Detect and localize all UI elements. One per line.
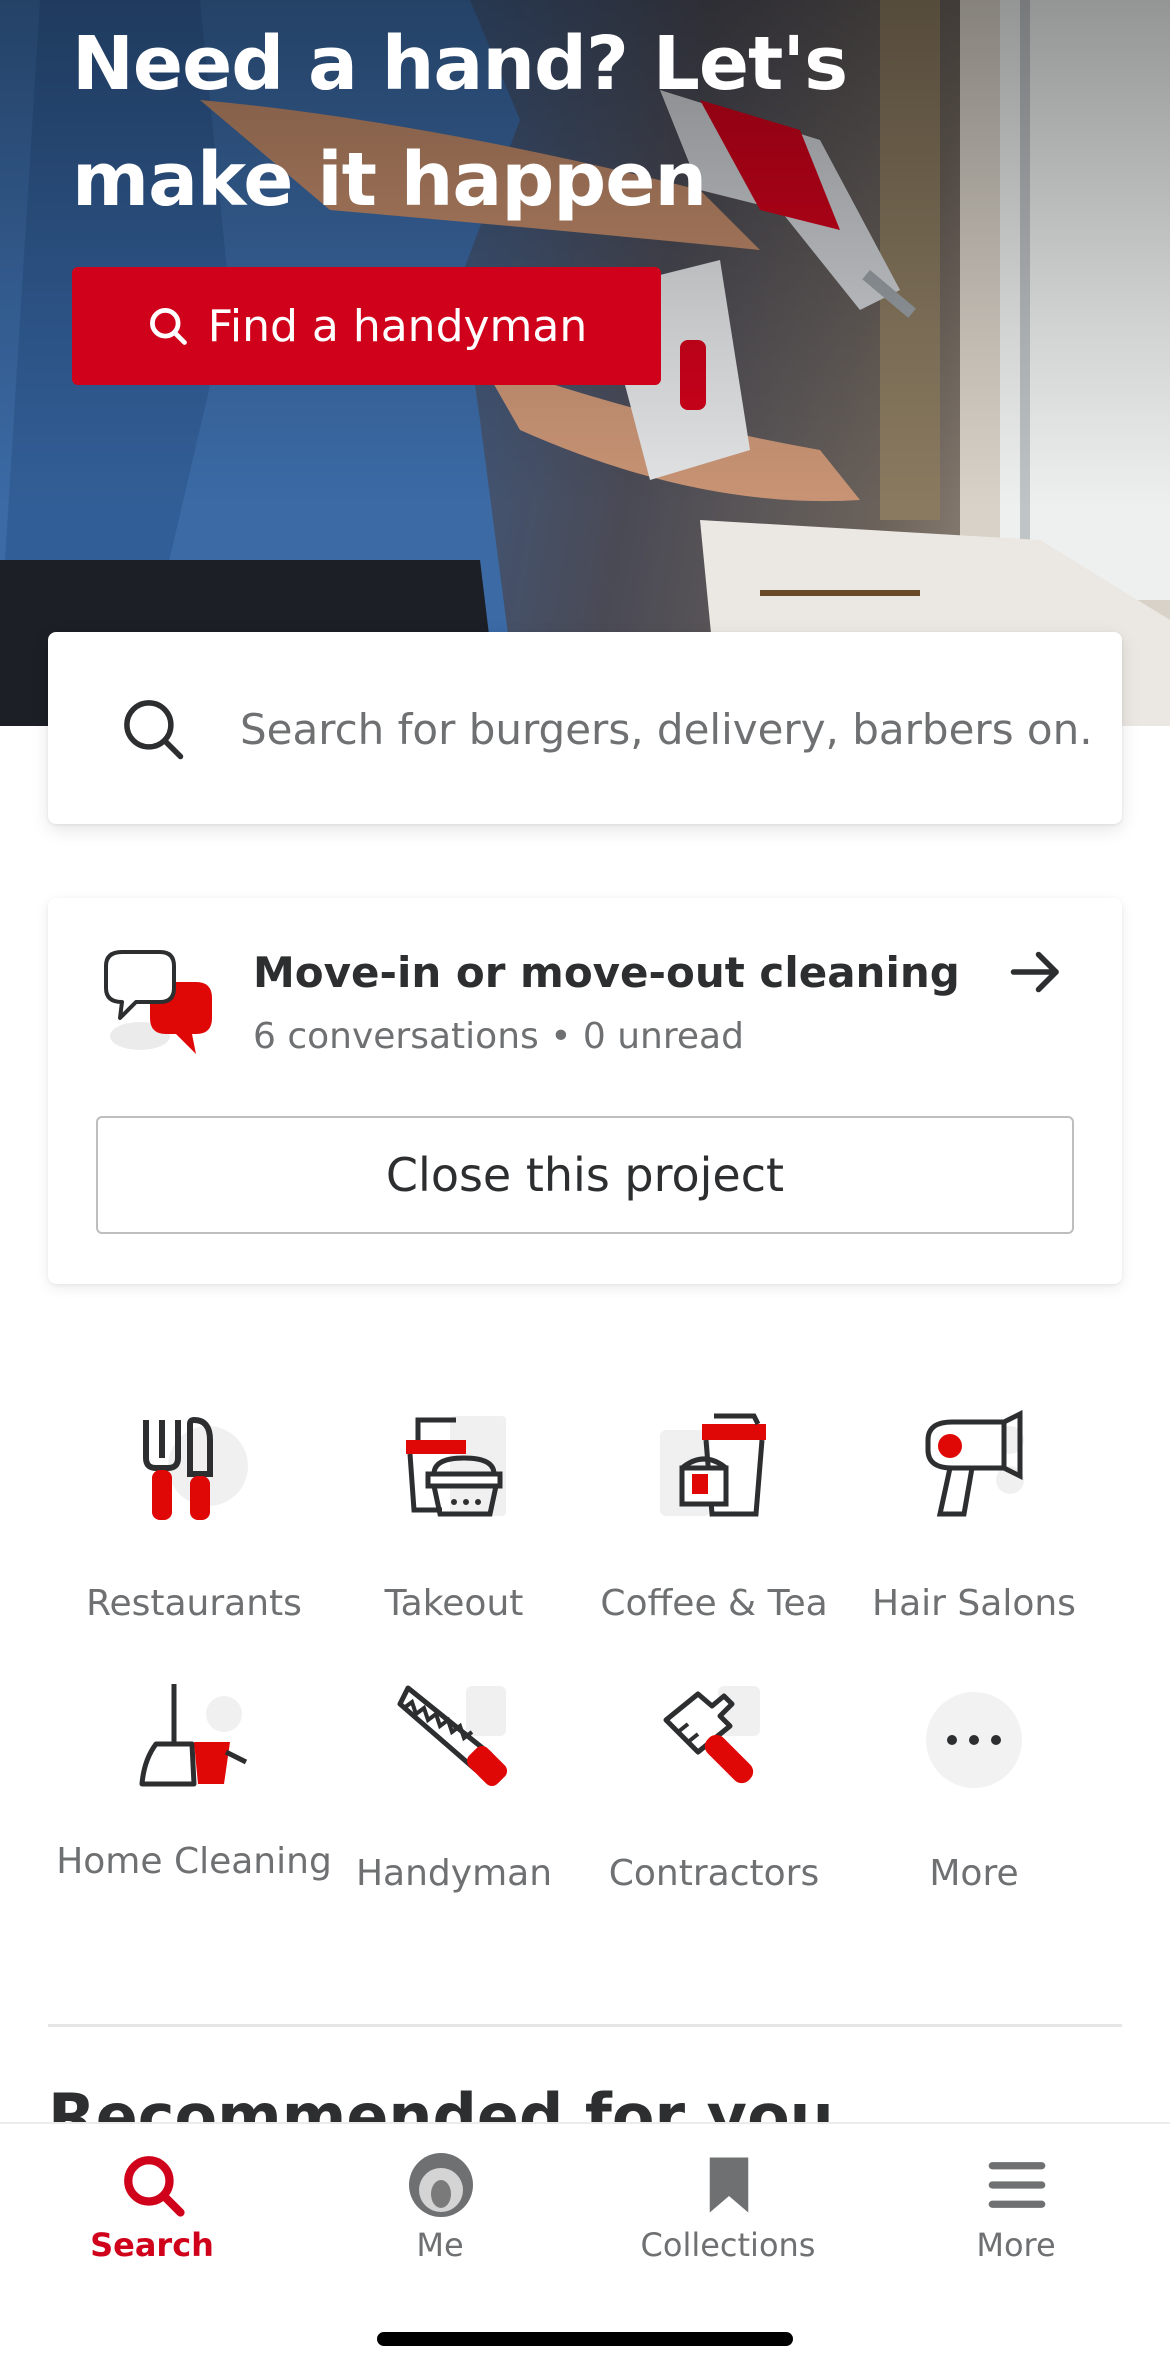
broom-bucket-icon xyxy=(139,1684,248,1787)
category-label: Coffee & Tea xyxy=(600,1583,828,1624)
category-grid: Restaurants Takeout Coffee & Tea Hair Sa… xyxy=(56,1410,1106,1950)
arrow-right-icon[interactable] xyxy=(1006,942,1066,1002)
search-input[interactable] xyxy=(238,692,1092,766)
search-icon xyxy=(124,700,184,760)
tab-label: More xyxy=(976,2226,1056,2264)
tab-collections[interactable]: Collections xyxy=(582,2144,874,2264)
category-contractors[interactable]: Contractors xyxy=(584,1680,844,1930)
project-subtitle: 6 conversations • 0 unread xyxy=(253,1016,744,1057)
hero-title: Need a hand? Let's make it happen xyxy=(72,21,848,223)
takeout-bag-icon xyxy=(406,1416,506,1517)
project-card[interactable]: Move-in or move-out cleaning 6 conversat… xyxy=(48,898,1122,1284)
tab-label: Me xyxy=(416,2226,464,2264)
find-handyman-label: Find a handyman xyxy=(207,300,588,352)
find-handyman-button[interactable]: Find a handyman xyxy=(72,267,661,385)
tab-search[interactable]: Search xyxy=(6,2144,298,2264)
fork-knife-icon xyxy=(143,1416,248,1520)
close-project-button[interactable]: Close this project xyxy=(96,1116,1074,1234)
hammer-icon xyxy=(663,1686,760,1784)
category-label: More xyxy=(929,1853,1019,1894)
search-icon xyxy=(124,2156,185,2217)
category-label: Home Cleaning xyxy=(56,1841,332,1882)
category-home-cleaning[interactable]: Home Cleaning xyxy=(56,1680,332,1930)
search-bar[interactable] xyxy=(48,632,1122,824)
tab-more[interactable]: More xyxy=(870,2144,1162,2264)
category-restaurants[interactable]: Restaurants xyxy=(64,1410,324,1660)
category-hair-salons[interactable]: Hair Salons xyxy=(844,1410,1104,1660)
category-coffee-tea[interactable]: Coffee & Tea xyxy=(584,1410,844,1660)
category-takeout[interactable]: Takeout xyxy=(324,1410,584,1660)
category-label: Restaurants xyxy=(86,1583,302,1624)
chat-bubbles-icon xyxy=(104,950,212,1054)
category-label: Contractors xyxy=(608,1853,820,1894)
tab-me[interactable]: Me xyxy=(294,2144,586,2264)
more-dots-icon xyxy=(926,1692,1022,1788)
category-more[interactable]: More xyxy=(844,1680,1104,1930)
tab-label: Search xyxy=(90,2226,214,2264)
coffee-cup-icon xyxy=(660,1413,766,1517)
project-title: Move-in or move-out cleaning xyxy=(253,948,960,997)
category-label: Hair Salons xyxy=(872,1583,1076,1624)
category-label: Takeout xyxy=(384,1583,524,1624)
search-icon xyxy=(149,308,187,345)
tab-label: Collections xyxy=(640,2226,816,2264)
hair-dryer-icon xyxy=(925,1410,1024,1517)
avatar-icon xyxy=(409,2153,473,2217)
saw-icon xyxy=(397,1685,508,1787)
menu-icon xyxy=(988,2162,1046,2208)
home-indicator xyxy=(377,2332,793,2346)
category-label: Handyman xyxy=(355,1853,553,1894)
hero-banner: Need a hand? Let's make it happen Find a… xyxy=(0,0,1170,726)
section-divider xyxy=(48,2024,1122,2027)
category-handyman[interactable]: Handyman xyxy=(324,1680,584,1930)
bookmark-icon xyxy=(709,2157,749,2213)
